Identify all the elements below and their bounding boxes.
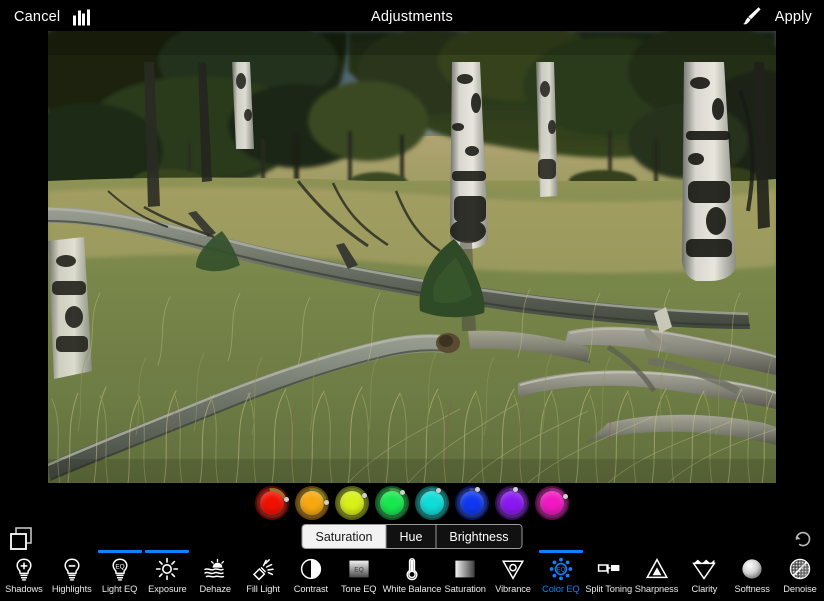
color-swatch-row bbox=[0, 486, 824, 520]
tool-split-toning[interactable]: Split Toning bbox=[585, 550, 633, 601]
tool-color-eq[interactable]: EQ Color EQ bbox=[537, 550, 585, 601]
tool-saturation[interactable]: Saturation bbox=[441, 550, 489, 601]
swatch-handle[interactable] bbox=[474, 487, 480, 493]
triangle-down-icon bbox=[498, 555, 528, 583]
swatch-color bbox=[540, 491, 564, 515]
tool-softness[interactable]: Softness bbox=[728, 550, 776, 601]
adjustment-tools-bar: Shadows Highlights EQ Light EQ Exposure … bbox=[0, 550, 824, 601]
tool-label: Fill Light bbox=[246, 584, 280, 594]
noise-circle-icon bbox=[785, 555, 815, 583]
apply-button[interactable]: Apply bbox=[775, 9, 812, 25]
layers-icon[interactable] bbox=[8, 526, 34, 552]
svg-text:EQ: EQ bbox=[557, 567, 566, 573]
swatch-handle[interactable] bbox=[323, 499, 329, 505]
top-toolbar: Cancel Adjustments Apply bbox=[0, 0, 824, 33]
swatch-color bbox=[300, 491, 324, 515]
tool-light-eq[interactable]: EQ Light EQ bbox=[96, 550, 144, 601]
gradient-bar-icon bbox=[450, 555, 480, 583]
swatch-purple[interactable] bbox=[495, 486, 529, 520]
swatch-color bbox=[420, 491, 444, 515]
bottom-panel: Saturation Hue Brightness Shadows Highli… bbox=[0, 483, 824, 601]
tool-label: Highlights bbox=[51, 584, 92, 594]
tool-label: Contrast bbox=[293, 584, 329, 594]
swatch-cyan[interactable] bbox=[415, 486, 449, 520]
haze-sun-icon bbox=[200, 555, 230, 583]
tool-label: Clarity bbox=[691, 584, 718, 594]
tool-label: Saturation bbox=[444, 584, 486, 594]
swatch-yellow[interactable] bbox=[335, 486, 369, 520]
tool-highlights[interactable]: Highlights bbox=[48, 550, 96, 601]
sphere-icon bbox=[737, 555, 767, 583]
bulb-plus-icon bbox=[9, 555, 39, 583]
swatch-blue[interactable] bbox=[455, 486, 489, 520]
tool-label: Exposure bbox=[148, 584, 187, 594]
flashlight-icon bbox=[248, 555, 278, 583]
swatch-magenta[interactable] bbox=[535, 486, 569, 520]
photo-canvas[interactable] bbox=[48, 31, 776, 483]
thermometer-icon bbox=[397, 555, 427, 583]
swatch-handle[interactable] bbox=[562, 494, 568, 500]
swatch-green[interactable] bbox=[375, 486, 409, 520]
tool-label: Sharpness bbox=[634, 584, 679, 594]
mode-segmented-control: Saturation Hue Brightness bbox=[301, 524, 523, 549]
page-title: Adjustments bbox=[371, 8, 453, 25]
tool-label: Denoise bbox=[783, 584, 817, 594]
swatch-handle[interactable] bbox=[283, 496, 289, 502]
modified-indicator bbox=[97, 550, 142, 553]
reset-icon[interactable] bbox=[791, 527, 815, 551]
modified-indicator bbox=[538, 550, 583, 553]
bulb-eq-icon: EQ bbox=[105, 555, 135, 583]
tool-label: Tone EQ bbox=[340, 584, 377, 594]
photo-editor-app: Cancel Adjustments Apply Saturation Hue … bbox=[0, 0, 824, 601]
tool-denoise[interactable]: Denoise bbox=[776, 550, 824, 601]
sun-icon bbox=[152, 555, 182, 583]
gradient-eq-icon: EQ bbox=[344, 555, 374, 583]
svg-text:EQ: EQ bbox=[354, 566, 364, 573]
tool-sharpness[interactable]: Sharpness bbox=[633, 550, 681, 601]
half-circle-icon bbox=[296, 555, 326, 583]
brush-icon[interactable] bbox=[739, 6, 763, 28]
tool-label: Shadows bbox=[5, 584, 43, 594]
color-eq-icon: EQ bbox=[546, 555, 576, 583]
tool-dehaze[interactable]: Dehaze bbox=[191, 550, 239, 601]
tool-label: Dehaze bbox=[199, 584, 232, 594]
tool-exposure[interactable]: Exposure bbox=[143, 550, 191, 601]
bulb-minus-icon bbox=[57, 555, 87, 583]
diamond-icon bbox=[689, 555, 719, 583]
split-tone-icon bbox=[594, 555, 624, 583]
tool-tone-eq[interactable]: EQ Tone EQ bbox=[335, 550, 383, 601]
tool-contrast[interactable]: Contrast bbox=[287, 550, 335, 601]
tool-clarity[interactable]: Clarity bbox=[680, 550, 728, 601]
tool-white-balance[interactable]: White Balance bbox=[382, 550, 442, 601]
tool-label: Vibrance bbox=[495, 584, 531, 594]
segment-brightness[interactable]: Brightness bbox=[436, 525, 522, 548]
tool-label: Split Toning bbox=[585, 584, 633, 594]
swatch-color bbox=[460, 491, 484, 515]
tool-label: Light EQ bbox=[101, 584, 138, 594]
tool-label: Softness bbox=[734, 584, 770, 594]
tool-label: Color EQ bbox=[542, 584, 580, 594]
swatch-color bbox=[260, 491, 284, 515]
swatch-handle[interactable] bbox=[361, 492, 367, 498]
photo-image bbox=[48, 31, 776, 483]
swatch-orange[interactable] bbox=[295, 486, 329, 520]
tool-label: White Balance bbox=[382, 584, 442, 594]
triangle-up-icon bbox=[642, 555, 672, 583]
segment-hue[interactable]: Hue bbox=[386, 525, 437, 548]
tool-vibrance[interactable]: Vibrance bbox=[489, 550, 537, 601]
swatch-color bbox=[500, 491, 524, 515]
swatch-color bbox=[340, 491, 364, 515]
tool-shadows[interactable]: Shadows bbox=[0, 550, 48, 601]
tool-fill-light[interactable]: Fill Light bbox=[239, 550, 287, 601]
svg-text:EQ: EQ bbox=[115, 563, 124, 570]
segment-saturation[interactable]: Saturation bbox=[302, 525, 387, 548]
swatch-red[interactable] bbox=[255, 486, 289, 520]
modified-indicator bbox=[145, 550, 190, 553]
